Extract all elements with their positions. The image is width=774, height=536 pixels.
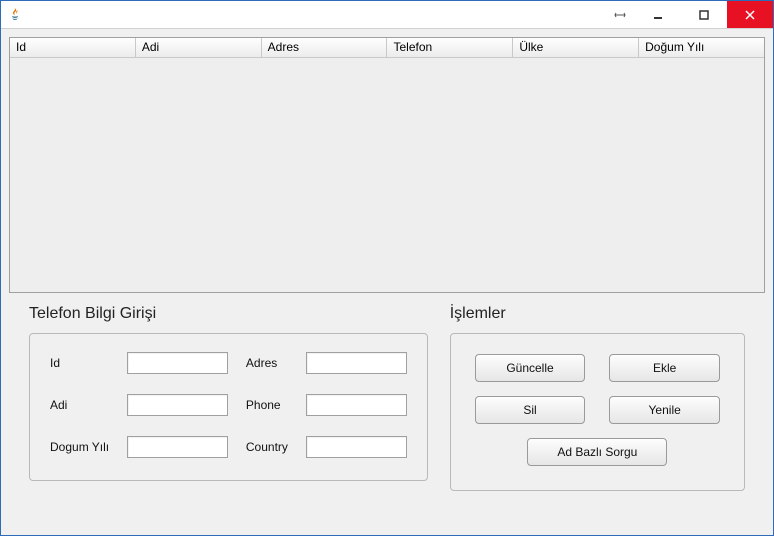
lower-panels: Telefon Bilgi Girişi Id Adres Adi Phone … (9, 305, 765, 491)
yenile-button[interactable]: Yenile (609, 396, 720, 424)
guncelle-button[interactable]: Güncelle (475, 354, 586, 382)
input-country[interactable] (306, 436, 407, 458)
ad-bazli-sorgu-button[interactable]: Ad Bazlı Sorgu (527, 438, 667, 466)
label-adi: Adi (50, 398, 109, 412)
minimize-button[interactable] (635, 1, 681, 28)
client-area: Id Adi Adres Telefon Ülke Doğum Yılı Tel… (1, 29, 773, 535)
form-panel-title: Telefon Bilgi Girişi (29, 305, 428, 323)
label-dogum-yili: Dogum Yılı (50, 440, 109, 454)
actions-panel: İşlemler Güncelle Ekle Sil Yenile Ad Baz… (450, 305, 745, 491)
close-button[interactable] (727, 1, 773, 28)
input-dogum-yili[interactable] (127, 436, 228, 458)
maximize-button[interactable] (681, 1, 727, 28)
col-id[interactable]: Id (10, 38, 136, 57)
col-telefon[interactable]: Telefon (387, 38, 513, 57)
resize-hint-icon (605, 1, 635, 28)
java-icon (7, 7, 23, 23)
col-adres[interactable]: Adres (262, 38, 388, 57)
input-id[interactable] (127, 352, 228, 374)
col-dogum-yili[interactable]: Doğum Yılı (639, 38, 764, 57)
sil-button[interactable]: Sil (475, 396, 586, 424)
input-adres[interactable] (306, 352, 407, 374)
window-controls (605, 1, 773, 28)
actions-fieldset: Güncelle Ekle Sil Yenile Ad Bazlı Sorgu (450, 333, 745, 491)
col-ulke[interactable]: Ülke (513, 38, 639, 57)
titlebar (1, 1, 773, 29)
col-adi[interactable]: Adi (136, 38, 262, 57)
label-country: Country (246, 440, 288, 454)
app-window: Id Adi Adres Telefon Ülke Doğum Yılı Tel… (0, 0, 774, 536)
form-fieldset: Id Adres Adi Phone Dogum Yılı Country (29, 333, 428, 481)
label-adres: Adres (246, 356, 288, 370)
input-phone[interactable] (306, 394, 407, 416)
form-panel: Telefon Bilgi Girişi Id Adres Adi Phone … (29, 305, 428, 491)
label-id: Id (50, 356, 109, 370)
input-adi[interactable] (127, 394, 228, 416)
actions-panel-title: İşlemler (450, 305, 745, 323)
table-header-row: Id Adi Adres Telefon Ülke Doğum Yılı (10, 38, 764, 58)
data-table[interactable]: Id Adi Adres Telefon Ülke Doğum Yılı (9, 37, 765, 293)
ekle-button[interactable]: Ekle (609, 354, 720, 382)
table-body[interactable] (10, 58, 764, 292)
label-phone: Phone (246, 398, 288, 412)
